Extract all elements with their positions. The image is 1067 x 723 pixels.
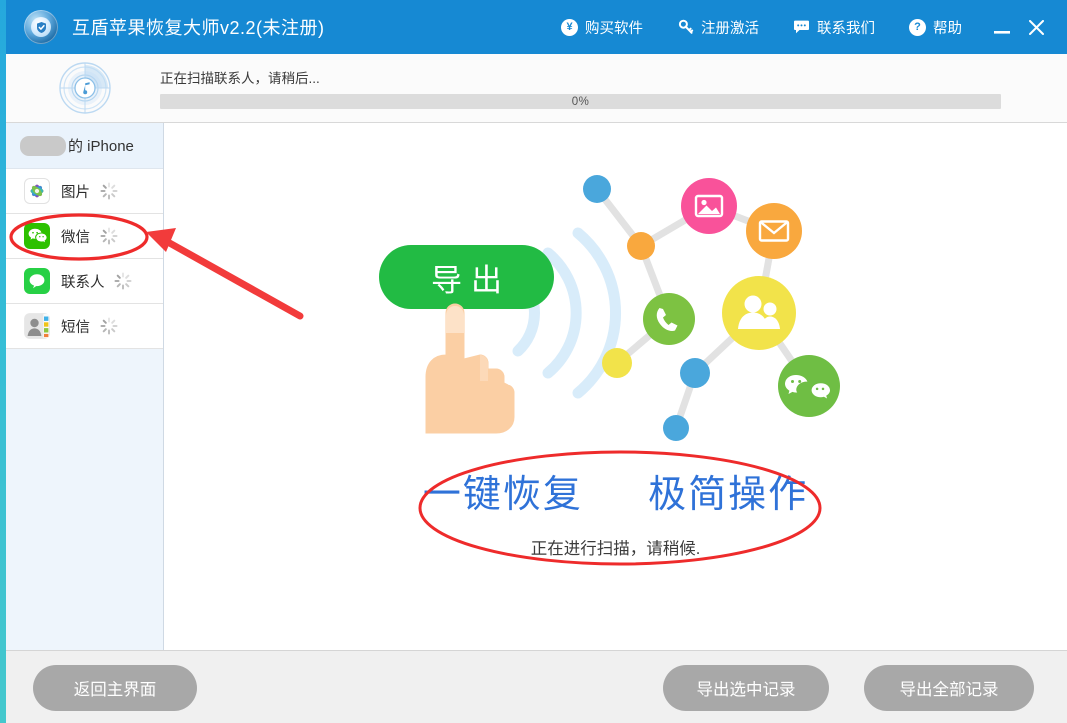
minimize-button[interactable] xyxy=(985,9,1019,45)
device-name-label: 的 iPhone xyxy=(68,138,134,155)
loading-spinner xyxy=(100,227,117,245)
connected-nodes-illustration xyxy=(583,175,840,441)
title-bar: 互盾苹果恢复大师v2.2(未注册) ¥ 购买软件 注册激活 联系我们 ? 帮助 xyxy=(6,0,1067,54)
menu-item-buy-label: 购买软件 xyxy=(585,20,643,37)
menu-item-activate[interactable]: 注册激活 xyxy=(660,0,776,54)
application-window: 互盾苹果恢复大师v2.2(未注册) ¥ 购买软件 注册激活 联系我们 ? 帮助 … xyxy=(0,0,1067,723)
menu-item-help[interactable]: ? 帮助 xyxy=(892,0,979,54)
headline-right: 极简操作 xyxy=(648,474,809,516)
progress-area: 正在扫描联系人，请稍后... 0% xyxy=(160,67,1001,109)
headline: 一键恢复 极简操作 xyxy=(164,463,1067,518)
window-title: 互盾苹果恢复大师v2.2(未注册) xyxy=(72,18,325,38)
menu-item-buy[interactable]: ¥ 购买软件 xyxy=(544,0,660,54)
chat-bubble-icon xyxy=(793,19,810,36)
contacts-node xyxy=(722,276,796,350)
sidebar-item-sms[interactable]: 短信 xyxy=(6,304,163,349)
wechat-icon xyxy=(24,223,50,249)
phone-node xyxy=(643,293,695,345)
progress-bar: 0% xyxy=(160,94,1001,109)
close-button[interactable] xyxy=(1019,9,1053,45)
scan-sub-text: 正在进行扫描，请稍候. xyxy=(530,540,701,558)
radar-music-scan-icon xyxy=(58,61,112,115)
key-icon xyxy=(677,19,694,36)
menu-item-help-label: 帮助 xyxy=(933,20,962,37)
titlebar-menu: ¥ 购买软件 注册激活 联系我们 ? 帮助 xyxy=(544,0,1067,54)
scan-status-text: 正在扫描联系人，请稍后... xyxy=(160,71,320,86)
photos-app-icon xyxy=(24,178,50,204)
sidebar: 的 iPhone 图片 微信 联系人 短信 xyxy=(6,123,164,650)
sidebar-item-sms-label: 短信 xyxy=(61,319,90,336)
sidebar-item-contacts-label: 联系人 xyxy=(61,274,105,291)
pointing-hand-icon xyxy=(425,303,515,434)
loading-spinner xyxy=(100,317,117,335)
contact-card-icon xyxy=(24,313,50,339)
loading-spinner xyxy=(114,272,132,290)
footer-bar: 返回主界面 导出选中记录 导出全部记录 xyxy=(6,650,1067,723)
headline-left: 一键恢复 xyxy=(422,474,583,516)
menu-item-contact-label: 联系我们 xyxy=(817,20,875,37)
sidebar-item-photos-label: 图片 xyxy=(61,184,90,201)
photo-node xyxy=(681,178,737,234)
scan-status-bar: 正在扫描联系人，请稍后... 0% xyxy=(6,54,1067,123)
question-mark-icon: ? xyxy=(909,18,926,36)
sidebar-item-wechat[interactable]: 微信 xyxy=(6,214,163,259)
export-selected-button[interactable]: 导出选中记录 xyxy=(663,665,829,711)
window-controls xyxy=(985,9,1053,45)
progress-percent-label: 0% xyxy=(571,95,590,108)
back-to-main-button[interactable]: 返回主界面 xyxy=(33,665,197,711)
messages-bubble-icon xyxy=(24,268,50,294)
mail-node xyxy=(746,203,802,259)
sidebar-device-header[interactable]: 的 iPhone xyxy=(6,123,163,169)
yen-coin-icon: ¥ xyxy=(561,18,578,36)
sidebar-item-contacts[interactable]: 联系人 xyxy=(6,259,163,304)
device-name-redaction xyxy=(20,135,66,156)
export-all-button[interactable]: 导出全部记录 xyxy=(864,665,1034,711)
menu-item-activate-label: 注册激活 xyxy=(701,20,759,37)
menu-item-contact[interactable]: 联系我们 xyxy=(776,0,892,54)
sidebar-item-photos[interactable]: 图片 xyxy=(6,169,163,214)
loading-spinner xyxy=(100,182,117,200)
app-logo-icon xyxy=(24,10,58,44)
sidebar-item-wechat-label: 微信 xyxy=(61,229,90,246)
main-content-area: 导出 一键恢复 极简操作 正在进行扫描，请稍候. xyxy=(164,123,1067,650)
